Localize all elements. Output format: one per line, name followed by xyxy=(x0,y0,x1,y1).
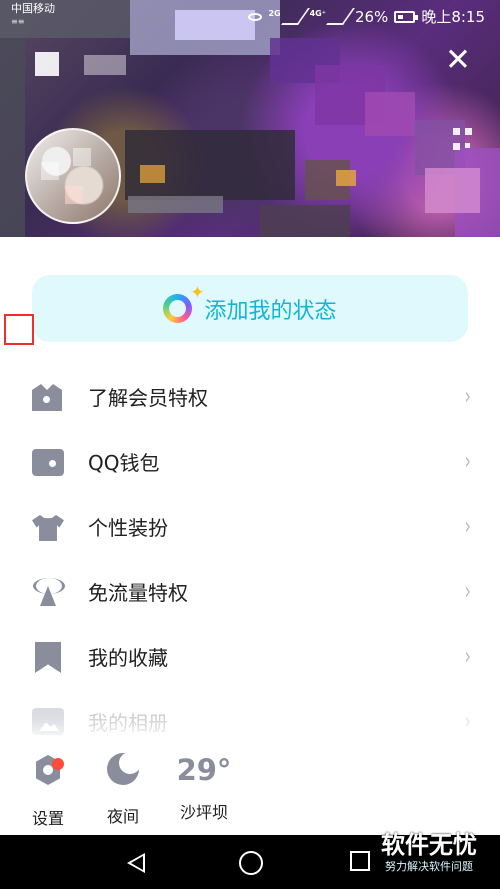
status-icons: 2G 4G⁺ 26% 晚上8:15 xyxy=(248,6,485,27)
clock: 晚上8:15 xyxy=(421,8,485,26)
crown-icon xyxy=(32,384,62,411)
chevron-right-icon: › xyxy=(465,512,472,540)
chevron-right-icon: › xyxy=(465,382,472,410)
highlight-box xyxy=(4,314,34,345)
eye-icon xyxy=(248,12,263,21)
chevron-right-icon: › xyxy=(465,642,472,670)
menu-item-album[interactable]: 我的相册 › xyxy=(0,689,500,744)
chevron-right-icon: › xyxy=(465,447,472,475)
menu-item-wallet[interactable]: QQ钱包 › xyxy=(0,429,500,494)
add-status-label: 添加我的状态 xyxy=(204,298,337,324)
battery-icon xyxy=(394,10,419,23)
avatar-mosaic-tile xyxy=(73,148,91,166)
menu-item-favorites[interactable]: 我的收藏 › xyxy=(0,624,500,689)
photo-album-icon xyxy=(32,708,64,735)
settings-icon xyxy=(27,755,69,797)
close-icon[interactable]: ✕ xyxy=(445,45,471,76)
menu-item-membership[interactable]: 了解会员特权 › xyxy=(0,364,500,429)
blurred-avatar-badge xyxy=(35,52,59,76)
avatar-mosaic-tile xyxy=(65,186,83,204)
carrier-name: 中国移动 xyxy=(11,2,55,15)
weather-button[interactable]: 29° 沙坪坝 xyxy=(164,749,244,823)
moon-shape xyxy=(107,752,141,785)
temperature: 29° xyxy=(176,753,232,787)
signal-2g-label: 2G xyxy=(268,8,281,18)
location-label: 沙坪坝 xyxy=(179,803,228,822)
add-status-button[interactable]: 添加我的状态 xyxy=(32,275,468,342)
bottom-actions: 设置 夜间 29° 沙坪坝 xyxy=(0,739,500,834)
carrier-subtext: ≡≡ xyxy=(11,17,25,26)
menu-item-label: 了解会员特权 xyxy=(88,386,208,410)
settings-button[interactable]: 设置 xyxy=(8,749,88,829)
watermark: 软件无忧 努力解决软件问题 xyxy=(370,830,488,882)
recent-apps-icon[interactable] xyxy=(350,851,370,871)
chevron-right-icon: › xyxy=(465,707,472,735)
menu-item-free-data[interactable]: 免流量特权 › xyxy=(0,559,500,624)
antenna-icon xyxy=(32,576,65,608)
carrier-label: 中国移动 ≡≡ xyxy=(11,2,55,28)
bookmark-icon xyxy=(35,642,61,673)
avatar-mosaic-tile xyxy=(41,162,59,180)
signal-4g-label: 4G⁺ xyxy=(309,8,326,18)
status-ring-icon xyxy=(163,283,204,323)
signal-bars-icon xyxy=(280,8,310,25)
watermark-subtitle: 努力解决软件问题 xyxy=(385,860,473,873)
chevron-right-icon: › xyxy=(465,577,472,605)
qr-code-icon[interactable] xyxy=(453,128,472,153)
night-label: 夜间 xyxy=(106,807,139,826)
night-mode-button[interactable]: 夜间 xyxy=(83,749,163,827)
settings-label: 设置 xyxy=(31,809,64,828)
wallet-icon xyxy=(32,449,64,476)
menu-item-label: 我的收藏 xyxy=(88,646,168,670)
signal-bars-icon xyxy=(326,8,355,25)
blurred-level-badge xyxy=(84,55,126,75)
menu-item-label: 我的相册 xyxy=(88,711,168,735)
back-icon[interactable] xyxy=(127,853,145,873)
battery-percent: 26% xyxy=(354,7,389,26)
menu-item-label: QQ钱包 xyxy=(88,451,160,475)
home-icon[interactable] xyxy=(239,851,263,875)
menu-item-label: 个性装扮 xyxy=(88,516,168,540)
avatar[interactable] xyxy=(25,128,121,224)
notification-dot xyxy=(52,758,64,770)
menu-item-label: 免流量特权 xyxy=(88,581,188,605)
profile-header: 中国移动 ≡≡ 2G 4G⁺ 26% 晚上8:15 ✕ xyxy=(0,0,500,237)
shirt-icon xyxy=(32,515,64,541)
moon-icon xyxy=(102,752,144,795)
profile-menu: 了解会员特权 › QQ钱包 › 个性装扮 › 免流量特权 › 我的收藏 › 我的… xyxy=(0,364,500,744)
status-bar: 中国移动 ≡≡ 2G 4G⁺ 26% 晚上8:15 xyxy=(0,0,500,34)
watermark-title: 软件无忧 xyxy=(381,831,477,859)
menu-item-personalization[interactable]: 个性装扮 › xyxy=(0,494,500,559)
